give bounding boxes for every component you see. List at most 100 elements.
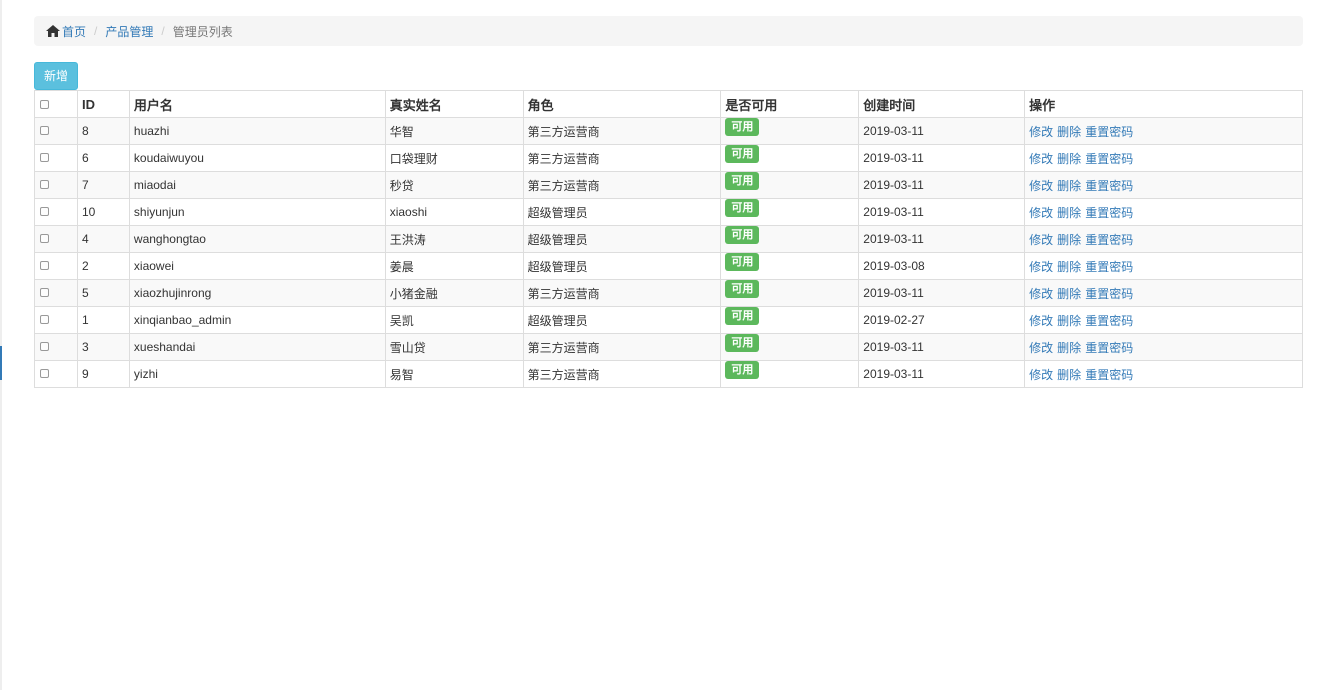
- row-checkbox[interactable]: [40, 207, 49, 216]
- delete-link[interactable]: 删除: [1057, 152, 1081, 166]
- delete-link[interactable]: 删除: [1057, 287, 1081, 301]
- cell-enabled: 可用: [720, 198, 860, 226]
- cell-username: huazhi: [128, 117, 386, 145]
- cell-actions: 修改 删除 重置密码: [1024, 144, 1303, 172]
- breadcrumb-home-label: 首页: [62, 24, 87, 39]
- cell-enabled: 可用: [720, 306, 860, 334]
- cell-id: 4: [76, 225, 130, 253]
- cell-realname: 王洪涛: [384, 225, 524, 253]
- table-row: 10 shiyunjun xiaoshi 超级管理员 可用 2019-03-11 修改 删除重…: [34, 198, 1303, 226]
- delete-link[interactable]: 删除: [1057, 368, 1081, 382]
- cell-created: 2019-03-11: [858, 279, 1026, 307]
- sidebar-scroll-handle[interactable]: [0, 346, 2, 380]
- delete-link[interactable]: 删除: [1057, 125, 1081, 139]
- edit-link[interactable]: 修改: [1029, 260, 1053, 274]
- cell-realname: xiaoshi: [384, 198, 524, 226]
- header-username: 用户名: [128, 90, 386, 118]
- edit-link[interactable]: 修改: [1029, 152, 1053, 166]
- delete-link[interactable]: 删除: [1057, 314, 1081, 328]
- edit-link[interactable]: 修改: [1029, 287, 1053, 301]
- row-checkbox[interactable]: [40, 315, 49, 324]
- cell-realname: 雪山贷: [384, 333, 524, 361]
- edit-link[interactable]: 修改: [1029, 206, 1053, 220]
- header-role: 角色: [522, 90, 722, 118]
- reset-password-link[interactable]: 重置密码: [1085, 368, 1133, 382]
- row-select-cell: [34, 198, 78, 226]
- header-actions: 操作: [1024, 90, 1303, 118]
- delete-link[interactable]: 删除: [1057, 179, 1081, 193]
- delete-link[interactable]: 删除: [1057, 260, 1081, 274]
- breadcrumb-section-link[interactable]: 产品管理: [105, 23, 153, 40]
- cell-enabled: 可用: [720, 171, 860, 199]
- row-checkbox[interactable]: [40, 153, 49, 162]
- reset-password-link[interactable]: 重置密码: [1085, 206, 1133, 220]
- row-checkbox[interactable]: [40, 180, 49, 189]
- cell-role: 超级管理员: [522, 306, 722, 334]
- cell-role: 超级管理员: [522, 252, 722, 280]
- row-checkbox[interactable]: [40, 288, 49, 297]
- reset-password-link[interactable]: 重置密码: [1085, 260, 1133, 274]
- delete-link[interactable]: 删除: [1057, 233, 1081, 247]
- cell-actions: 修改 删除 重置密码: [1024, 171, 1303, 199]
- table-header-row: ID 用户名 真实姓名 角色 是否可用 创建时间 操作: [34, 90, 1303, 118]
- cell-role: 第三方运营商: [522, 279, 722, 307]
- cell-actions: 修改 删除 重置密码: [1024, 360, 1303, 388]
- edit-link[interactable]: 修改: [1029, 368, 1053, 382]
- row-checkbox[interactable]: [40, 261, 49, 270]
- header-enabled: 是否可用: [720, 90, 860, 118]
- reset-password-link[interactable]: 重置密码: [1085, 314, 1133, 328]
- cell-role: 第三方运营商: [522, 144, 722, 172]
- row-select-cell: [34, 225, 78, 253]
- select-all-checkbox[interactable]: [40, 99, 49, 109]
- reset-password-link[interactable]: 重置密码: [1085, 179, 1133, 193]
- cell-id: 9: [76, 360, 130, 388]
- cell-username: xueshandai: [128, 333, 386, 361]
- sidebar-edge: [0, 0, 2, 690]
- cell-enabled: 可用: [720, 279, 860, 307]
- delete-link[interactable]: 删除: [1057, 341, 1081, 355]
- edit-link[interactable]: 修改: [1029, 314, 1053, 328]
- row-checkbox[interactable]: [40, 234, 49, 243]
- reset-password-link[interactable]: 重置密码: [1085, 125, 1133, 139]
- row-select-cell: [34, 171, 78, 199]
- header-id: ID: [76, 90, 130, 118]
- add-button[interactable]: 新增: [34, 62, 78, 90]
- breadcrumb: 首页 / 产品管理 / 管理员列表: [34, 16, 1303, 46]
- cell-actions: 修改 删除 重置密码: [1024, 333, 1303, 361]
- edit-link[interactable]: 修改: [1029, 125, 1053, 139]
- table-row: 9 yizhi 易智 第三方运营商 可用 2019-03-11 修改 删除 重置密码: [34, 360, 1303, 388]
- cell-realname: 口袋理财: [384, 144, 524, 172]
- cell-username: miaodai: [128, 171, 386, 199]
- cell-created: 2019-03-11: [858, 117, 1026, 145]
- row-checkbox[interactable]: [40, 126, 49, 135]
- cell-role: 超级管理员: [522, 198, 722, 226]
- row-checkbox[interactable]: [40, 369, 49, 378]
- row-select-cell: [34, 360, 78, 388]
- breadcrumb-home-link[interactable]: 首页: [46, 23, 86, 40]
- edit-link[interactable]: 修改: [1029, 179, 1053, 193]
- reset-password-link[interactable]: 重置密码: [1085, 287, 1133, 301]
- cell-actions: 修改 删除 重置密码: [1024, 225, 1303, 253]
- reset-password-link[interactable]: 重置密码: [1085, 341, 1133, 355]
- reset-password-link[interactable]: 重置密码: [1085, 233, 1133, 247]
- cell-created: 2019-03-11: [858, 360, 1026, 388]
- cell-realname: 秒贷: [384, 171, 524, 199]
- cell-enabled: 可用: [720, 360, 860, 388]
- delete-link[interactable]: 删除: [1057, 206, 1081, 220]
- row-checkbox[interactable]: [40, 342, 49, 351]
- status-badge: 可用: [725, 172, 760, 190]
- row-select-cell: [34, 333, 78, 361]
- table-row: 5 xiaozhujinrong 小猪金融 第三方运营商 可用 2019-03-11 修改删…: [34, 279, 1303, 307]
- cell-realname: 华智: [384, 117, 524, 145]
- cell-actions: 修改 删除 重置密码: [1024, 306, 1303, 334]
- cell-id: 6: [76, 144, 130, 172]
- edit-link[interactable]: 修改: [1029, 233, 1053, 247]
- edit-link[interactable]: 修改: [1029, 341, 1053, 355]
- header-select-all: [34, 90, 78, 118]
- cell-created: 2019-03-11: [858, 333, 1026, 361]
- cell-username: xinqianbao_admin: [128, 306, 386, 334]
- cell-actions: 修改 删除 重置密码: [1024, 117, 1303, 145]
- reset-password-link[interactable]: 重置密码: [1085, 152, 1133, 166]
- table-row: 8 huazhi 华智 第三方运营商 可用 2019-03-11 修改 删除 重置密码: [34, 117, 1303, 145]
- cell-role: 第三方运营商: [522, 117, 722, 145]
